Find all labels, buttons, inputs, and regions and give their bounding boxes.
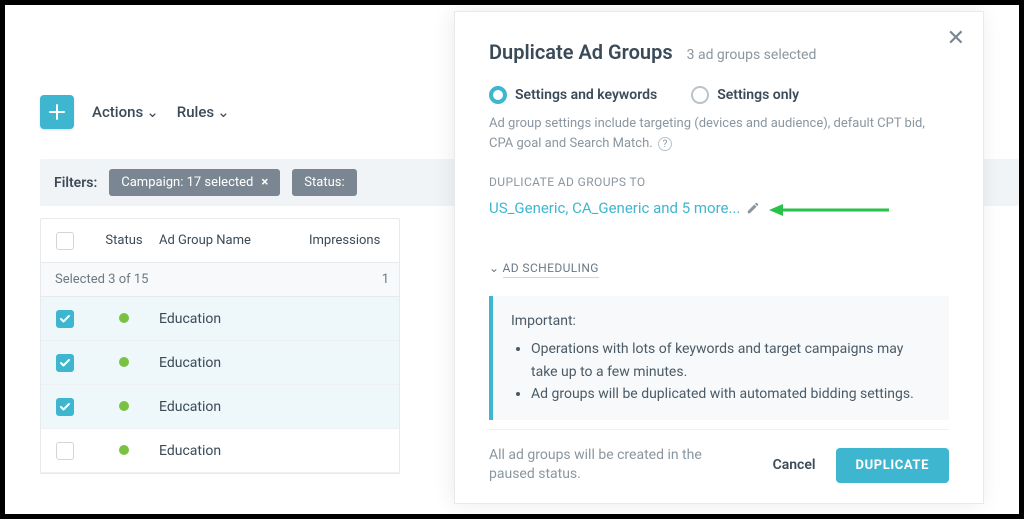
rules-label: Rules bbox=[177, 103, 214, 121]
ad-group-name: Education bbox=[159, 355, 309, 371]
table-row[interactable]: Education bbox=[41, 341, 399, 385]
target-text: US_Generic, CA_Generic and 5 more... bbox=[489, 199, 740, 217]
ad-group-name: Education bbox=[159, 399, 309, 415]
help-icon[interactable]: ? bbox=[658, 137, 672, 151]
settings-hint: Ad group settings include targeting (dev… bbox=[489, 114, 949, 153]
row-checkbox[interactable] bbox=[56, 442, 74, 460]
selection-right: 1 bbox=[382, 272, 399, 287]
chevron-down-icon: ⌄ bbox=[489, 261, 499, 275]
cancel-button[interactable]: Cancel bbox=[773, 457, 816, 473]
row-checkbox[interactable] bbox=[56, 354, 74, 372]
target-campaigns-link[interactable]: US_Generic, CA_Generic and 5 more... bbox=[489, 199, 949, 217]
chevron-down-icon: ⌄ bbox=[217, 103, 230, 121]
radio-label: Settings only bbox=[717, 87, 799, 103]
radio-settings-keywords[interactable]: Settings and keywords bbox=[489, 86, 657, 104]
callout-item: Ad groups will be duplicated with automa… bbox=[531, 383, 933, 405]
duplicate-button[interactable]: DUPLICATE bbox=[836, 448, 949, 483]
ad-group-name: Education bbox=[159, 311, 309, 327]
ad-scheduling-toggle[interactable]: ⌄ AD SCHEDULING bbox=[489, 239, 949, 278]
modal-footer: All ad groups will be created in the pau… bbox=[489, 429, 949, 485]
important-callout: Important: Operations with lots of keywo… bbox=[489, 296, 949, 420]
chevron-down-icon: ⌄ bbox=[146, 103, 159, 121]
ad-group-name: Education bbox=[159, 443, 309, 459]
duplicate-to-header: DUPLICATE AD GROUPS TO bbox=[489, 175, 949, 189]
table-header: Status Ad Group Name Impressions bbox=[41, 219, 399, 263]
status-dot bbox=[119, 401, 129, 411]
table-row[interactable]: Education bbox=[41, 429, 399, 473]
actions-menu[interactable]: Actions⌄ bbox=[92, 103, 159, 121]
actions-label: Actions bbox=[92, 103, 143, 121]
row-checkbox[interactable] bbox=[56, 398, 74, 416]
table-row[interactable]: Education bbox=[41, 297, 399, 341]
ad-groups-table: Status Ad Group Name Impressions Selecte… bbox=[40, 218, 400, 474]
radio-icon bbox=[691, 86, 709, 104]
filter-chip-status[interactable]: Status: bbox=[292, 169, 356, 196]
row-checkbox[interactable] bbox=[56, 310, 74, 328]
close-icon[interactable]: ✕ bbox=[947, 26, 965, 51]
chip-text: Status: bbox=[304, 175, 344, 190]
select-all-checkbox[interactable] bbox=[56, 232, 74, 250]
col-status[interactable]: Status bbox=[89, 233, 159, 248]
modal-title: Duplicate Ad Groups bbox=[489, 40, 673, 64]
ad-scheduling-label: AD SCHEDULING bbox=[503, 261, 599, 278]
callout-title: Important: bbox=[511, 313, 576, 329]
annotation-arrow bbox=[769, 202, 889, 218]
status-dot bbox=[119, 313, 129, 323]
selection-summary-row: Selected 3 of 15 1 bbox=[41, 263, 399, 297]
status-dot bbox=[119, 445, 129, 455]
status-dot bbox=[119, 357, 129, 367]
modal-title-row: Duplicate Ad Groups 3 ad groups selected bbox=[489, 40, 949, 64]
edit-icon[interactable] bbox=[746, 201, 760, 215]
rules-menu[interactable]: Rules⌄ bbox=[177, 103, 230, 121]
radio-label: Settings and keywords bbox=[515, 87, 657, 103]
radio-settings-only[interactable]: Settings only bbox=[691, 86, 799, 104]
col-name[interactable]: Ad Group Name bbox=[159, 233, 309, 248]
radio-icon bbox=[489, 86, 507, 104]
modal-subtitle: 3 ad groups selected bbox=[687, 47, 817, 63]
filter-chip-campaign[interactable]: Campaign: 17 selected × bbox=[109, 169, 280, 196]
selection-text: Selected 3 of 15 bbox=[55, 272, 148, 287]
callout-item: Operations with lots of keywords and tar… bbox=[531, 338, 933, 383]
close-icon[interactable]: × bbox=[261, 175, 268, 190]
duplicate-ad-groups-modal: ✕ Duplicate Ad Groups 3 ad groups select… bbox=[454, 11, 984, 504]
table-row[interactable]: Education bbox=[41, 385, 399, 429]
filters-label: Filters: bbox=[54, 175, 97, 191]
footer-note: All ad groups will be created in the pau… bbox=[489, 446, 709, 485]
add-button[interactable] bbox=[40, 95, 74, 129]
radio-group: Settings and keywords Settings only bbox=[489, 86, 949, 104]
chip-text: Campaign: 17 selected bbox=[121, 175, 253, 190]
col-impressions[interactable]: Impressions bbox=[309, 233, 399, 248]
